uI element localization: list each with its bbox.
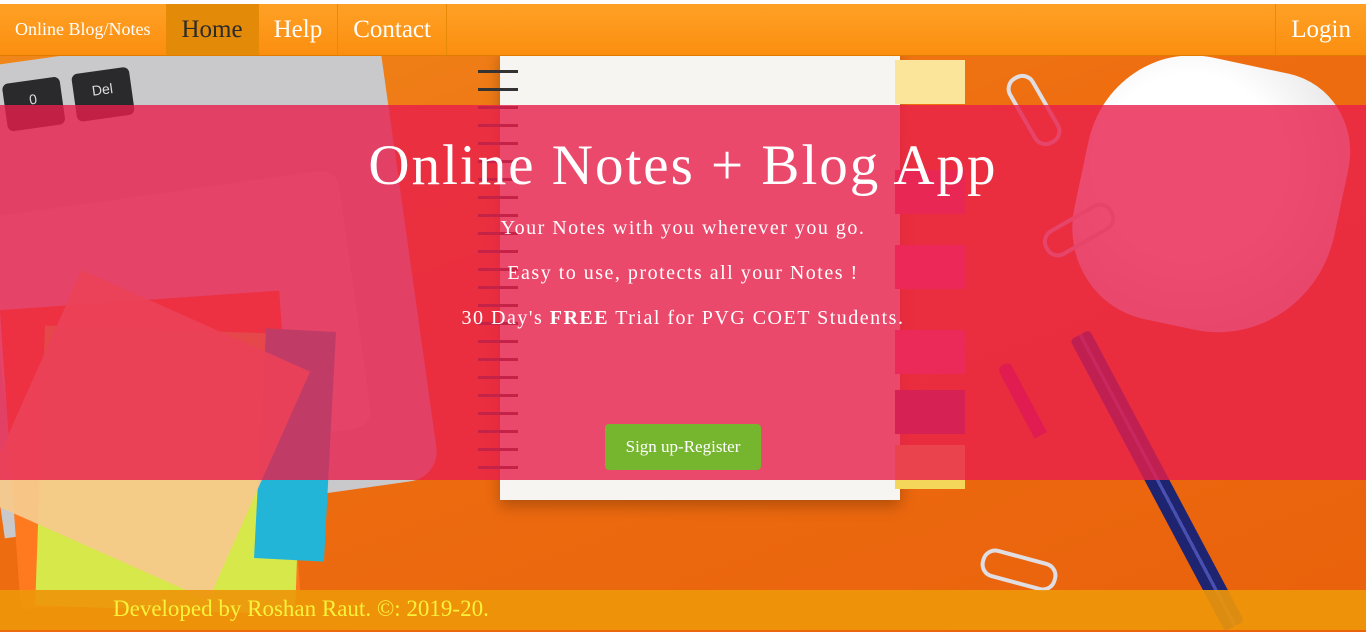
brand-link[interactable]: Online Blog/Notes [0,4,167,55]
footer: Developed by Roshan Raut. ©: 2019-20. [0,590,1366,630]
hero-tagline-3: 30 Day's FREE Trial for PVG COET Student… [0,307,1366,330]
navbar: Online Blog/Notes Home Help Contact Logi… [0,4,1366,56]
hero-banner: Online Notes + Blog App Your Notes with … [0,105,1366,480]
key-label-del: Del [90,80,114,99]
footer-credit: Developed by Roshan Raut. ©: 2019-20. [113,596,489,621]
notebook-tab [895,60,965,104]
nav-home[interactable]: Home [166,4,259,55]
tagline-3-suffix: Trial for PVG COET Students. [609,307,905,329]
signup-register-button[interactable]: Sign up-Register [605,424,761,470]
tagline-3-free: FREE [549,307,610,329]
hero-tagline-1: Your Notes with you wherever you go. [500,217,866,239]
nav-help[interactable]: Help [259,4,339,55]
nav-login[interactable]: Login [1275,4,1366,55]
paperclip-icon [977,545,1061,595]
nav-contact[interactable]: Contact [338,4,447,55]
tagline-3-prefix: 30 Day's [461,307,550,329]
hero-title: Online Notes + Blog App [368,134,998,197]
hero-tagline-2: Easy to use, protects all your Notes ! [507,262,859,284]
